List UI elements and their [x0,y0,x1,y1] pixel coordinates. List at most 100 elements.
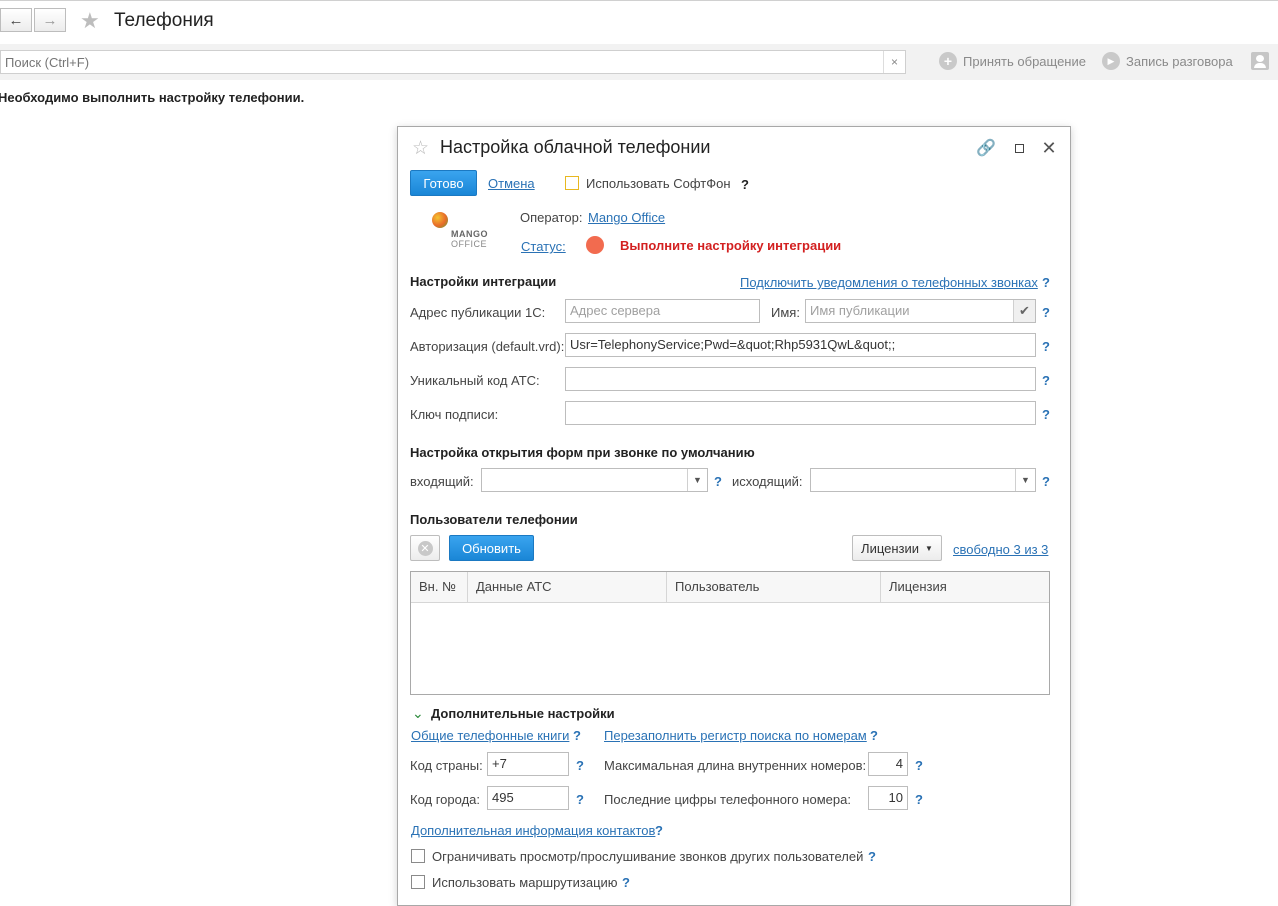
column-header-ats[interactable]: Данные АТС [468,572,667,603]
lastdigits-input[interactable]: 10 [868,786,908,810]
dialog-title: Настройка облачной телефонии [440,137,711,157]
status-link[interactable]: Статус: [521,239,566,254]
auth-label: Авторизация (default.vrd): [410,339,565,354]
delete-button[interactable]: ✕ [410,535,440,561]
key-help[interactable]: ? [1042,407,1050,422]
refresh-button[interactable]: Обновить [449,535,534,561]
maxlen-label: Максимальная длина внутренних номеров: [604,758,867,773]
outgoing-help[interactable]: ? [1042,474,1050,489]
address-label: Адрес публикации 1С: [410,305,546,320]
lastdigits-label: Последние цифры телефонного номера: [604,792,851,807]
address-help[interactable]: ? [1042,305,1050,320]
incoming-help[interactable]: ? [714,474,722,489]
auth-input[interactable]: Usr=TelephonyService;Pwd=&quot;Rhp5931Qw… [565,333,1036,357]
routing-checkbox[interactable] [411,875,425,889]
search-box[interactable]: × [0,50,906,74]
licenses-button[interactable]: Лицензии ▼ [852,535,942,561]
dropdown-arrow-icon: ▼ [925,543,933,553]
search-input[interactable] [1,51,871,73]
integration-title: Настройки интеграции [410,274,557,289]
key-input[interactable] [565,401,1036,425]
back-button[interactable]: ← [0,8,32,32]
refill-help[interactable]: ? [870,728,878,743]
routing-label: Использовать маршрутизацию [432,875,618,890]
free-licenses-link[interactable]: свободно 3 из 3 [953,542,1048,557]
link-icon[interactable]: 🔗 [976,138,996,158]
forms-title: Настройка открытия форм при звонке по ум… [410,445,755,460]
incoming-label: входящий: [410,474,474,489]
mango-logo-icon [432,212,448,228]
dropdown-arrow-icon: ▼ [1015,469,1035,491]
delete-circle-icon: ✕ [417,540,433,556]
country-label: Код страны: [410,758,483,773]
status-text: Выполните настройку интеграции [620,238,842,253]
refill-link[interactable]: Перезаполнить регистр поиска по номерам [604,728,867,743]
logo-subtext: OFFICE [451,239,487,249]
page-title: Телефония [114,10,214,31]
status-indicator [586,236,604,254]
restrict-checkbox[interactable] [411,849,425,863]
name-input[interactable]: Имя публикации ✔ [805,299,1036,323]
user-icon[interactable] [1251,52,1269,70]
country-input[interactable]: +7 [487,752,569,776]
contacts-help[interactable]: ? [655,823,663,838]
close-icon: ✕ [1041,137,1057,158]
users-table[interactable]: Вн. № Данные АТС Пользователь Лицензия [410,571,1050,695]
ats-help[interactable]: ? [1042,373,1050,388]
play-circle-icon: ▶ [1102,52,1120,70]
phonebooks-help[interactable]: ? [573,728,581,743]
contacts-link[interactable]: Дополнительная информация контактов [411,823,655,838]
softphone-help[interactable]: ? [741,177,749,192]
notify-help[interactable]: ? [1042,275,1050,290]
outgoing-select[interactable]: ▼ [810,468,1036,492]
dropdown-arrow-icon: ▼ [687,469,707,491]
arrow-left-icon: ← [8,11,24,29]
arrow-right-icon: → [42,11,58,29]
phonebooks-link[interactable]: Общие телефонные книги [411,728,569,743]
star-outline-icon[interactable]: ☆ [412,137,429,160]
restrict-label: Ограничивать просмотр/прослушивание звон… [432,849,864,864]
accept-call-button[interactable]: + Принять обращение [939,52,1086,70]
notify-link[interactable]: Подключить уведомления о телефонных звон… [740,275,1038,290]
city-input[interactable]: 495 [487,786,569,810]
column-header-user[interactable]: Пользователь [667,572,881,603]
maxlen-input[interactable]: 4 [868,752,908,776]
name-label: Имя: [771,305,800,320]
maximize-icon [1014,143,1024,153]
auth-help[interactable]: ? [1042,339,1050,354]
extra-title[interactable]: Дополнительные настройки [431,706,615,721]
ats-label: Уникальный код АТС: [410,373,540,388]
done-button[interactable]: Готово [410,170,477,196]
logo-text: MANGO [451,229,488,239]
users-title: Пользователи телефонии [410,512,578,527]
city-help[interactable]: ? [576,792,584,807]
softphone-checkbox[interactable] [565,176,579,190]
setup-notice: Необходимо выполнить настройку телефонии… [0,90,305,105]
ats-input[interactable] [565,367,1036,391]
maximize-button[interactable] [1009,138,1029,158]
routing-help[interactable]: ? [622,875,630,890]
clear-search-button[interactable]: × [883,51,905,73]
forward-button[interactable]: → [34,8,66,32]
country-help[interactable]: ? [576,758,584,773]
cancel-link[interactable]: Отмена [488,176,535,191]
operator-link[interactable]: Mango Office [588,210,665,225]
city-label: Код города: [410,792,481,807]
column-header-ext[interactable]: Вн. № [411,572,468,603]
close-button[interactable]: ✕ [1039,138,1059,158]
address-input[interactable]: Адрес сервера [565,299,760,323]
lastdigits-help[interactable]: ? [915,792,923,807]
star-icon[interactable]: ★ [80,8,100,34]
chevron-down-icon[interactable]: ⌄ [412,705,424,722]
column-header-license[interactable]: Лицензия [881,572,1049,603]
outgoing-label: исходящий: [732,474,803,489]
restrict-help[interactable]: ? [868,849,876,864]
record-call-button[interactable]: ▶ Запись разговора [1102,52,1233,70]
checkmark-icon[interactable]: ✔ [1013,300,1035,322]
operator-label: Оператор: [520,210,583,225]
incoming-select[interactable]: ▼ [481,468,708,492]
key-label: Ключ подписи: [410,407,499,422]
plus-circle-icon: + [939,52,957,70]
maxlen-help[interactable]: ? [915,758,923,773]
softphone-label: Использовать СофтФон [586,176,731,191]
